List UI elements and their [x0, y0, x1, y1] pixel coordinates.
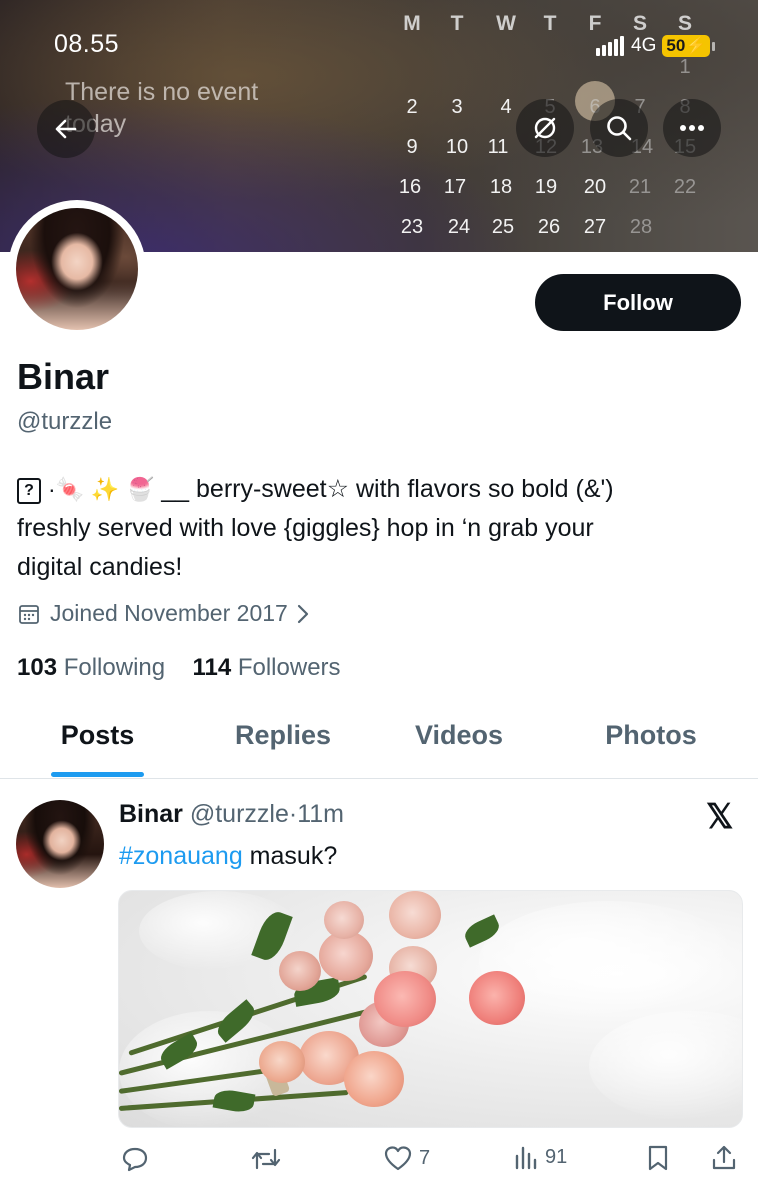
- calendar-icon: [19, 604, 39, 624]
- following-link[interactable]: 103 Following: [17, 654, 165, 681]
- calendar-day: 22: [673, 176, 697, 198]
- active-tab-indicator: [51, 772, 144, 777]
- calendar-day: 26: [537, 216, 561, 238]
- bio-line-1: ? ·🍬 ✨ 🍧 __ berry-sweet☆ with flavors so…: [17, 470, 737, 509]
- sync-off-button[interactable]: [516, 99, 574, 157]
- back-button[interactable]: [37, 100, 95, 158]
- search-icon: [607, 116, 632, 141]
- status-indicators: 4G 50⚡: [596, 34, 716, 58]
- weekday: S: [632, 12, 647, 35]
- calendar-day: 2: [406, 96, 418, 118]
- followers-link[interactable]: 114 Followers: [192, 654, 340, 681]
- followers-label: Followers: [237, 654, 341, 681]
- weekday: F: [588, 12, 602, 35]
- tab-posts[interactable]: Posts: [40, 720, 155, 751]
- more-button[interactable]: [663, 99, 721, 157]
- post-header: Binar @turzzle·11m: [119, 800, 344, 829]
- follow-stats: 103 Following 114 Followers: [17, 654, 341, 682]
- weekday: W: [496, 12, 516, 35]
- calendar-day: 17: [443, 176, 467, 198]
- joined-date[interactable]: Joined November 2017: [17, 600, 319, 627]
- bio-text: __ berry-sweet☆ with flavors so bold (&'…: [154, 475, 614, 503]
- x-logo-icon: 𝕏: [706, 798, 734, 836]
- profile-bio: ? ·🍬 ✨ 🍧 __ berry-sweet☆ with flavors so…: [17, 470, 737, 587]
- calendar-day: 27: [583, 216, 607, 238]
- signal-icon: [596, 36, 624, 56]
- post-image[interactable]: [118, 890, 743, 1128]
- weekday: M: [403, 12, 421, 35]
- tab-divider: [0, 778, 758, 779]
- calendar-day: 10: [445, 136, 469, 158]
- calendar-day: 19: [534, 176, 558, 198]
- like-icon: [384, 1146, 412, 1171]
- calendar-day: 1: [679, 56, 691, 78]
- calendar-day: 16: [398, 176, 422, 198]
- calendar-day: 11: [487, 136, 509, 158]
- like-count: 7: [419, 1146, 431, 1169]
- view-count: 91: [545, 1145, 568, 1168]
- display-name: Binar: [17, 356, 110, 397]
- bio-line-2: freshly served with love {giggles} hop i…: [17, 514, 594, 542]
- like-button[interactable]: 7: [383, 1144, 430, 1172]
- tab-photos[interactable]: Photos: [582, 720, 720, 751]
- tab-videos[interactable]: Videos: [390, 720, 528, 751]
- post-time: 11m: [297, 800, 344, 828]
- following-label: Following: [63, 654, 166, 681]
- follow-button[interactable]: Follow: [535, 274, 741, 331]
- widget-event-text: There is no event today: [65, 78, 259, 138]
- search-button[interactable]: [590, 99, 648, 157]
- calendar-week: 23 24 25 26 27 28: [392, 216, 702, 246]
- post-avatar[interactable]: [16, 800, 104, 888]
- share-button[interactable]: [710, 1144, 738, 1172]
- post-hashtag[interactable]: #zonauang: [119, 842, 243, 870]
- calendar-week: 16 17 18 19 20 21 22: [392, 176, 702, 206]
- weekday: S: [677, 12, 692, 35]
- battery-tip: [712, 41, 716, 51]
- bio-emojis: ·🍬 ✨ 🍧: [47, 476, 155, 502]
- tab-replies[interactable]: Replies: [213, 720, 353, 751]
- profile-handle: @turzzle: [17, 408, 113, 435]
- more-icon: [680, 125, 704, 131]
- calendar-day: 20: [583, 176, 607, 198]
- post-body: masuk?: [242, 842, 338, 870]
- bookmark-icon: [648, 1145, 668, 1171]
- bookmark-button[interactable]: [646, 1144, 670, 1172]
- calendar-day: 28: [629, 216, 653, 238]
- calendar-day: 9: [406, 136, 418, 158]
- share-icon: [712, 1145, 736, 1170]
- calendar-week: 1: [392, 56, 702, 86]
- post-handle: @turzzle: [189, 800, 289, 828]
- following-count: 103: [17, 654, 58, 681]
- reply-button[interactable]: [120, 1144, 150, 1174]
- joined-text: Joined November 2017: [50, 600, 288, 626]
- status-time: 08.55: [54, 30, 120, 58]
- calendar-day: 21: [628, 176, 652, 198]
- reply-icon: [122, 1147, 148, 1172]
- repost-icon: [251, 1148, 281, 1170]
- profile-avatar[interactable]: [16, 208, 138, 330]
- calendar-day: 24: [447, 216, 471, 238]
- post-author[interactable]: Binar: [119, 800, 183, 828]
- bio-line-3: digital candies!: [17, 553, 183, 581]
- calendar-day: 23: [400, 216, 424, 238]
- views-icon: [515, 1146, 537, 1170]
- calendar-day: 18: [489, 176, 513, 198]
- network-type: 4G: [631, 35, 657, 56]
- chevron-right-icon: [297, 604, 308, 623]
- weekday: T: [450, 12, 464, 35]
- post-text: #zonauang masuk?: [119, 842, 337, 871]
- sync-off-icon: [534, 117, 556, 139]
- post-separator: ·: [288, 800, 298, 828]
- weekday: T: [543, 12, 557, 35]
- unknown-glyph-box: ?: [17, 478, 41, 504]
- followers-count: 114: [192, 654, 232, 681]
- views-button[interactable]: 91: [513, 1144, 567, 1170]
- calendar-day: 25: [491, 216, 515, 238]
- battery-level: 50⚡: [662, 35, 711, 57]
- back-arrow-icon: [55, 119, 77, 139]
- calendar-day: 3: [451, 96, 463, 118]
- repost-button[interactable]: [250, 1144, 282, 1174]
